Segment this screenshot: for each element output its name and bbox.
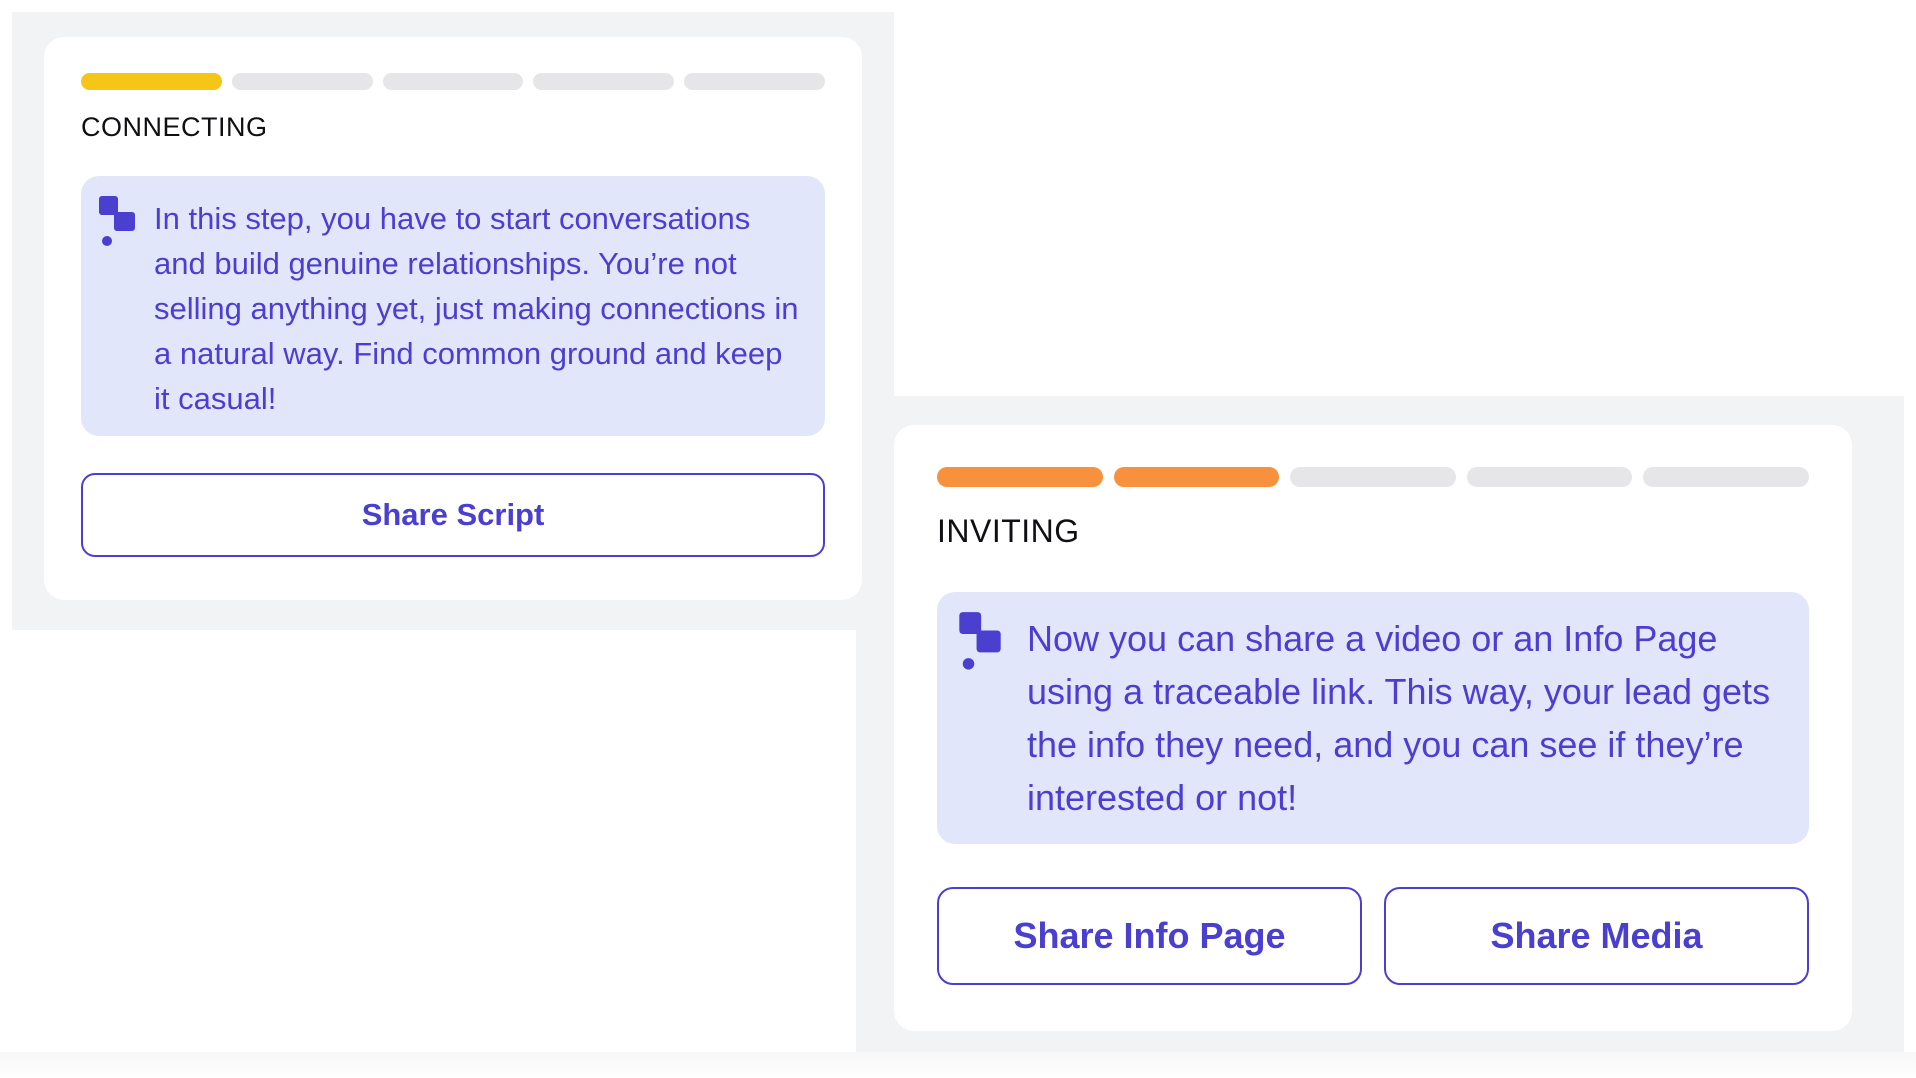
share-script-button[interactable]: Share Script: [81, 473, 825, 557]
share-media-button[interactable]: Share Media: [1384, 887, 1809, 985]
progress-segment: [1643, 467, 1809, 487]
progress-segment: [533, 73, 675, 90]
progress-segment: [937, 467, 1103, 487]
progress-segment: [1113, 467, 1280, 487]
tip-box: In this step, you have to start conversa…: [81, 176, 825, 436]
step-card-connecting: CONNECTING In this step, you have to sta…: [44, 37, 862, 600]
assistant-logo-icon: [99, 196, 135, 246]
progress-segment: [231, 73, 373, 90]
tip-box: Now you can share a video or an Info Pag…: [937, 592, 1809, 844]
assistant-logo-icon: [959, 612, 1001, 670]
share-info-page-button[interactable]: Share Info Page: [937, 887, 1362, 985]
step-progress-bar: [81, 73, 825, 90]
progress-segment: [684, 73, 825, 90]
screenshot-stage: CONNECTING In this step, you have to sta…: [0, 0, 1916, 1078]
progress-segment: [382, 73, 524, 90]
progress-segment: [81, 73, 222, 90]
action-buttons: Share Info Page Share Media: [937, 887, 1809, 985]
progress-segment: [1466, 467, 1633, 487]
step-title: INVITING: [937, 513, 1080, 549]
step-card-inviting: INVITING Now you can share a video or an…: [894, 425, 1852, 1031]
progress-segment: [1290, 467, 1456, 487]
tip-text: Now you can share a video or an Info Pag…: [1027, 618, 1771, 818]
step-title: CONNECTING: [81, 112, 268, 142]
bottom-edge: [0, 1052, 1916, 1078]
tip-text: In this step, you have to start conversa…: [154, 201, 799, 416]
step-progress-bar: [937, 467, 1809, 487]
